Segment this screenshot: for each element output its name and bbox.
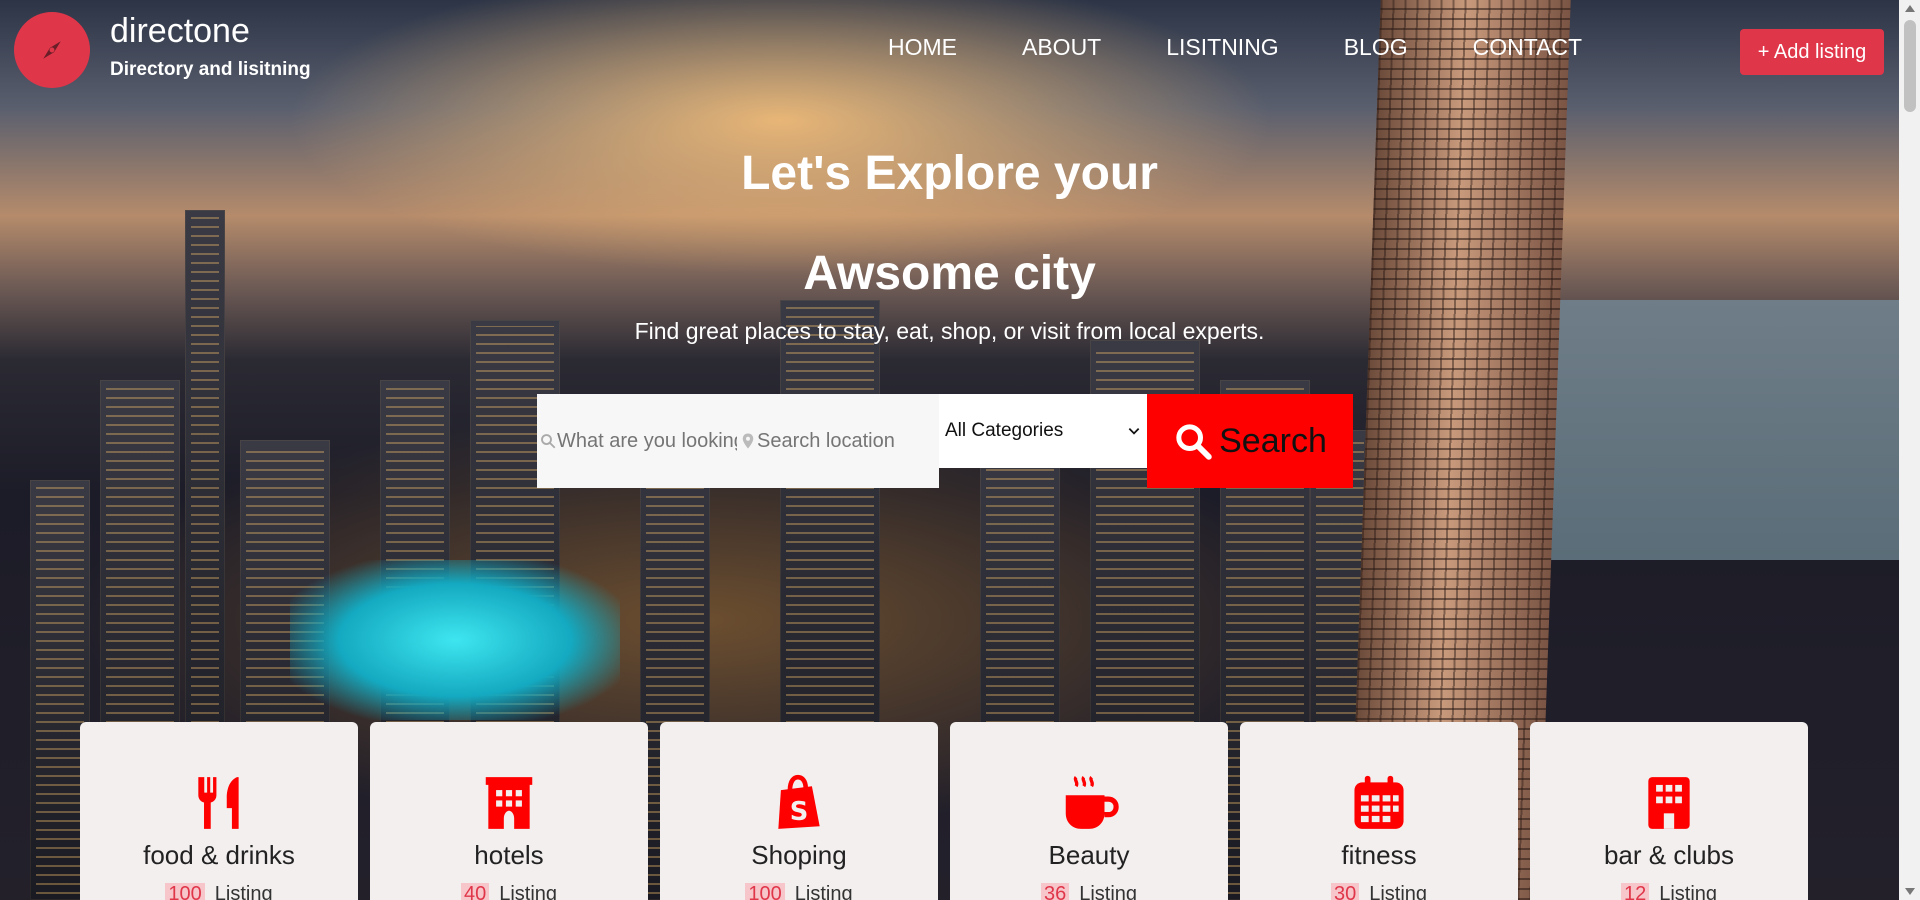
- search-button[interactable]: Search: [1147, 394, 1353, 488]
- search-bar: All Categories Search: [537, 394, 1362, 488]
- nav-blog[interactable]: BLOG: [1344, 34, 1408, 61]
- brand-title[interactable]: directone: [110, 12, 311, 51]
- svg-text:S: S: [790, 797, 809, 827]
- hero-headline-2: Awsome city: [803, 247, 1096, 300]
- listing-count: 12: [1620, 883, 1650, 900]
- category-meta: 12 Listing: [1530, 883, 1808, 900]
- category-name: food & drinks: [143, 840, 295, 870]
- listing-unit: Listing: [1369, 883, 1428, 900]
- listing-count: 30: [1330, 883, 1360, 900]
- search-button-label: Search: [1219, 421, 1327, 460]
- nav-contact[interactable]: CONTACT: [1473, 34, 1582, 61]
- category-cards: food & drinks 100 Listing hotels 40 Listin…: [80, 722, 1820, 900]
- category-name: Beauty: [1048, 840, 1130, 870]
- listing-count: 40: [460, 883, 490, 900]
- vertical-scrollbar[interactable]: [1899, 0, 1920, 900]
- category-name: fitness: [1341, 840, 1417, 870]
- category-meta: 36 Listing: [950, 883, 1228, 900]
- category-name: Shoping: [751, 840, 847, 870]
- category-card-hotels[interactable]: hotels 40 Listing: [370, 722, 648, 900]
- search-icon: [1176, 424, 1212, 460]
- hero-tagline: Find great places to stay, eat, shop, or…: [634, 318, 1265, 344]
- utensils-icon: [198, 777, 239, 829]
- main-nav: HOME ABOUT LISITNING BLOG CONTACT: [888, 34, 1647, 61]
- category-meta: 100 Listing: [660, 883, 938, 900]
- scroll-thumb[interactable]: [1904, 20, 1916, 112]
- add-listing-button[interactable]: + Add listing: [1740, 29, 1884, 75]
- location-field: [737, 394, 939, 488]
- scroll-down-arrow-icon[interactable]: [1905, 888, 1915, 895]
- location-search-input[interactable]: [757, 429, 939, 453]
- nav-about[interactable]: ABOUT: [1022, 34, 1101, 61]
- listing-unit: Listing: [1659, 883, 1718, 900]
- listing-count: 36: [1040, 883, 1070, 900]
- listing-unit: Listing: [794, 883, 853, 900]
- coffee-cup-icon: [1065, 775, 1119, 829]
- category-meta: 100 Listing: [80, 883, 358, 900]
- chevron-down-icon: [1128, 428, 1140, 435]
- hero-headline-1: Let's Explore your: [741, 147, 1158, 200]
- shopping-bag-icon: S: [778, 774, 820, 829]
- category-card-fitness[interactable]: fitness 30 Listing: [1240, 722, 1518, 900]
- category-name: bar & clubs: [1603, 840, 1735, 870]
- listing-count: 100: [165, 883, 205, 900]
- nav-listing[interactable]: LISITNING: [1166, 34, 1278, 61]
- compass-icon[interactable]: [14, 12, 90, 88]
- category-select-box[interactable]: All Categories: [945, 420, 1141, 442]
- category-card-food-drinks[interactable]: food & drinks 100 Listing: [80, 722, 358, 900]
- scroll-up-arrow-icon[interactable]: [1905, 5, 1915, 12]
- listing-count: 100: [745, 883, 785, 900]
- listing-unit: Listing: [214, 883, 273, 900]
- listing-unit: Listing: [499, 883, 558, 900]
- category-selected-value: All Categories: [945, 420, 1064, 441]
- category-name: hotels: [474, 840, 544, 870]
- category-card-beauty[interactable]: Beauty 36 Listing: [950, 722, 1228, 900]
- calendar-icon: [1354, 775, 1404, 829]
- map-pin-icon: [742, 433, 754, 449]
- listing-unit: Listing: [1079, 883, 1138, 900]
- category-meta: 40 Listing: [370, 883, 648, 900]
- search-icon: [541, 434, 556, 449]
- brand: directone Directory and lisitning: [110, 12, 311, 81]
- keyword-field: [537, 394, 737, 488]
- category-card-bar-clubs[interactable]: bar & clubs 12 Listing: [1530, 722, 1808, 900]
- brand-subtitle: Directory and lisitning: [110, 59, 311, 80]
- hero-water: [290, 560, 620, 720]
- category-meta: 30 Listing: [1240, 883, 1518, 900]
- nav-home[interactable]: HOME: [888, 34, 957, 61]
- keyword-search-input[interactable]: [557, 429, 737, 453]
- category-select[interactable]: All Categories: [939, 394, 1147, 468]
- hotel-icon: [485, 777, 533, 829]
- compass-icon-svg: [43, 41, 61, 59]
- building-icon: [1648, 777, 1690, 829]
- category-card-shopping[interactable]: S Shoping 100 Listing: [660, 722, 938, 900]
